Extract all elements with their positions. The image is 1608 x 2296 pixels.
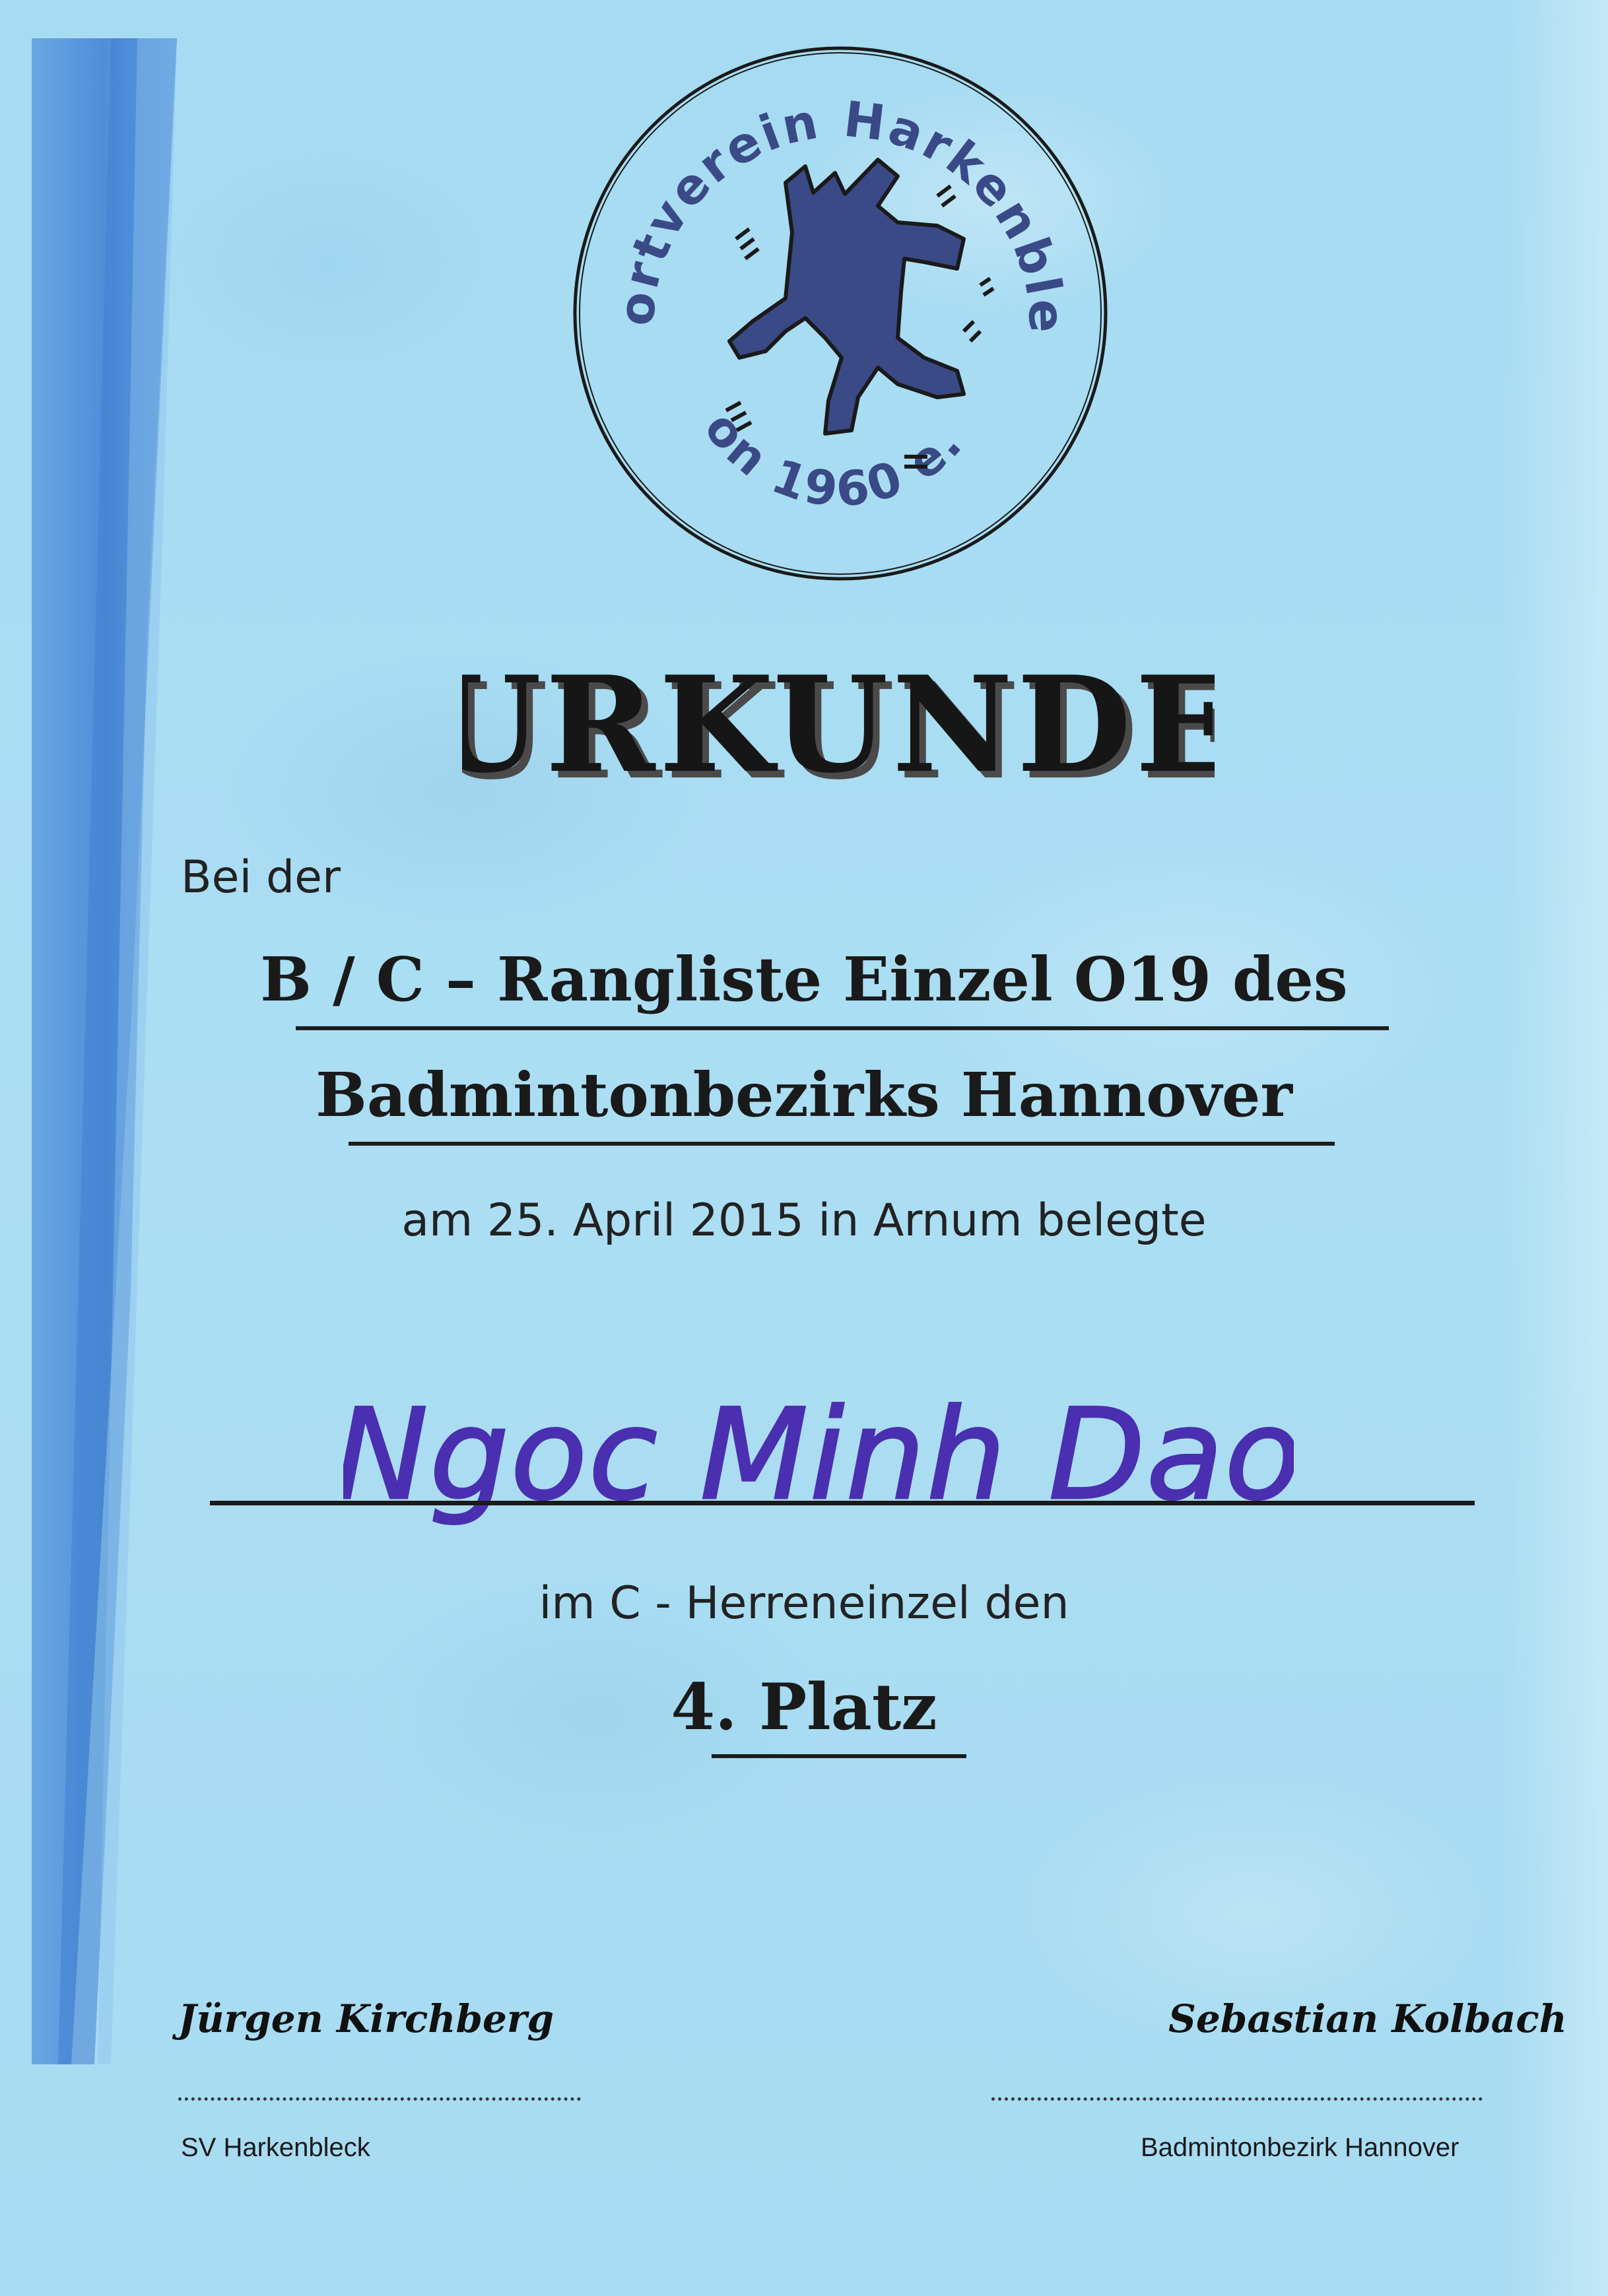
event-line-2-underline (349, 1142, 1335, 1146)
event-line-1-underline (296, 1026, 1389, 1030)
event-line-1: B / C – Rangliste Einzel O19 des (260, 944, 1348, 1015)
signature-left-line (178, 2097, 581, 2101)
signature-right-name: Sebastian Kolbach (1168, 1996, 1567, 2041)
club-logo: Sportverein Harkenbleck von 1960 e.V. (568, 41, 1108, 581)
dancing-figure-icon (727, 158, 966, 436)
name-line (210, 1501, 1475, 1505)
event-line-2: Badmintonbezirks Hannover (316, 1059, 1292, 1131)
svg-text:URKUNDE: URKUNDE (462, 647, 1215, 803)
signature-left-name: Jürgen Kirchberg (178, 1996, 554, 2041)
svg-text:Ngoc Minh Dao: Ngoc Minh Dao (343, 1382, 1294, 1528)
date-place-text: am 25. April 2015 in Arnum belegte (401, 1195, 1207, 1247)
signature-right-org: Badmintonbezirk Hannover (1141, 2133, 1459, 2162)
intro-text: Bei der (181, 851, 341, 903)
placement-text: 4. Platz (671, 1670, 937, 1744)
recipient-name: Ngoc Minh Dao (343, 1381, 1294, 1529)
paper-edge (1502, 0, 1608, 2296)
certificate-title: URKUNDE URKUNDE (462, 647, 1215, 809)
signature-left-org: SV Harkenbleck (181, 2133, 370, 2162)
category-text: im C - Herreneinzel den (539, 1577, 1069, 1629)
signature-right-line (991, 2097, 1483, 2101)
placement-underline (712, 1754, 966, 1758)
decorative-stripe (32, 38, 177, 2064)
